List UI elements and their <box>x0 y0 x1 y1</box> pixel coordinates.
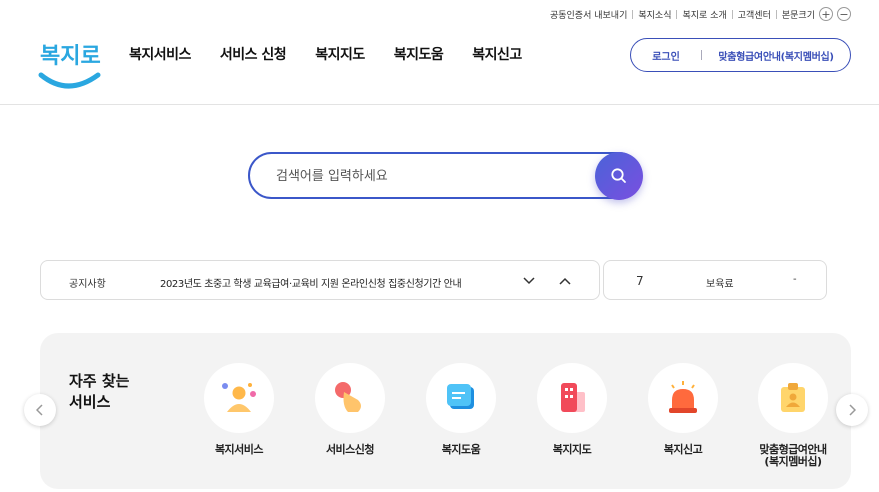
notice-prev-button[interactable] <box>557 273 573 289</box>
service-card-welfare-help[interactable]: 복지도움 <box>424 363 498 456</box>
search-icon <box>611 168 626 183</box>
chevron-down-icon <box>523 277 535 285</box>
nav-item-service-apply[interactable]: 서비스 신청 <box>220 44 287 64</box>
person-icon <box>222 383 256 412</box>
service-icon-circle <box>204 363 274 433</box>
service-card-welfare-service[interactable]: 복지서비스 <box>202 363 276 456</box>
divider <box>632 9 634 19</box>
service-card-service-apply[interactable]: 서비스신청 <box>313 363 387 456</box>
page: 공동인증서 내보내기 복지소식 복지로 소개 고객센터 본문크기 + − 복지로… <box>0 0 879 492</box>
carousel-next-button[interactable] <box>836 394 868 426</box>
carousel-prev-button[interactable] <box>24 394 56 426</box>
divider <box>775 9 777 19</box>
service-label: 복지서비스 <box>214 443 264 456</box>
building-map-icon <box>561 383 585 412</box>
service-card-welfare-map[interactable]: 복지지도 <box>535 363 609 456</box>
site-logo[interactable]: 복지로 <box>38 35 102 91</box>
service-card-custom-benefit[interactable]: 맞춤형급여안내 (복지멤버십) <box>756 363 830 468</box>
utility-bar: 공동인증서 내보내기 복지소식 복지로 소개 고객센터 본문크기 + − <box>550 6 851 22</box>
service-icon-circle <box>648 363 718 433</box>
title-line: 서비스 <box>69 393 111 411</box>
nav-item-welfare-map[interactable]: 복지지도 <box>315 44 365 64</box>
stat-count: 7 <box>636 274 644 288</box>
stat-label[interactable]: 보육료 <box>706 275 734 290</box>
frequent-services: 자주 찾는 서비스 복지서비스 서비스신청 복지도움 복지지도 복지신고 맞춤형… <box>40 333 851 489</box>
custom-benefit-button[interactable]: 맞춤형급여안내(복지멤버십) <box>702 48 850 63</box>
service-label: 복지신고 <box>663 443 703 456</box>
service-label: 맞춤형급여안내 (복지멤버십) <box>759 443 827 468</box>
zoom-out-button[interactable]: − <box>837 7 851 21</box>
login-group: 로그인 맞춤형급여안내(복지멤버십) <box>630 38 851 72</box>
logo-graphic: 복지로 <box>38 44 101 89</box>
util-link-certificate[interactable]: 공동인증서 내보내기 <box>550 8 627 21</box>
font-size-label: 본문크기 <box>781 10 815 21</box>
service-icon-circle <box>315 363 385 433</box>
service-icon-circle <box>758 363 828 433</box>
divider <box>676 9 678 19</box>
nav-item-welfare-services[interactable]: 복지서비스 <box>129 44 191 64</box>
siren-icon <box>669 381 697 413</box>
util-link-about[interactable]: 복지로 소개 <box>682 8 726 21</box>
util-link-support[interactable]: 고객센터 <box>738 8 771 21</box>
notice-text[interactable]: 2023년도 초중고 학생 교육급여·교육비 지원 온라인신청 집중신청기간 안… <box>160 275 462 290</box>
search-button[interactable] <box>595 152 643 200</box>
nav-item-welfare-help[interactable]: 복지도움 <box>394 44 444 64</box>
notice-bar: 공지사항 2023년도 초중고 학생 교육급여·교육비 지원 온라인신청 집중신… <box>40 260 600 300</box>
id-badge-icon <box>781 383 805 412</box>
service-label: 서비스신청 <box>325 443 375 456</box>
search-input[interactable] <box>276 165 576 187</box>
main-nav: 복지서비스 서비스 신청 복지지도 복지도움 복지신고 <box>129 44 551 64</box>
service-icon-circle <box>426 363 496 433</box>
hand-pointer-icon <box>335 382 361 412</box>
divider <box>731 9 733 19</box>
section-title: 자주 찾는 서비스 <box>69 371 159 413</box>
notice-tag: 공지사항 <box>69 279 106 290</box>
chevron-right-icon <box>849 404 856 416</box>
service-card-welfare-report[interactable]: 복지신고 <box>646 363 720 456</box>
login-button[interactable]: 로그인 <box>631 48 701 63</box>
chevron-left-icon <box>36 404 43 416</box>
search-box <box>248 152 642 199</box>
chat-document-icon <box>447 384 474 409</box>
notice-next-button[interactable] <box>521 273 537 289</box>
header-divider <box>0 104 879 105</box>
title-line: 자주 찾는 <box>69 372 130 390</box>
stat-box: 7 보육료 - <box>603 260 827 300</box>
util-link-news[interactable]: 복지소식 <box>638 8 671 21</box>
logo-text: 복지로 <box>40 44 101 69</box>
stat-value: - <box>793 274 797 285</box>
service-label: 복지도움 <box>441 443 481 456</box>
zoom-in-button[interactable]: + <box>819 7 833 21</box>
chevron-up-icon <box>559 277 571 285</box>
nav-item-welfare-report[interactable]: 복지신고 <box>472 44 522 64</box>
service-label: 복지지도 <box>552 443 592 456</box>
service-icon-circle <box>537 363 607 433</box>
